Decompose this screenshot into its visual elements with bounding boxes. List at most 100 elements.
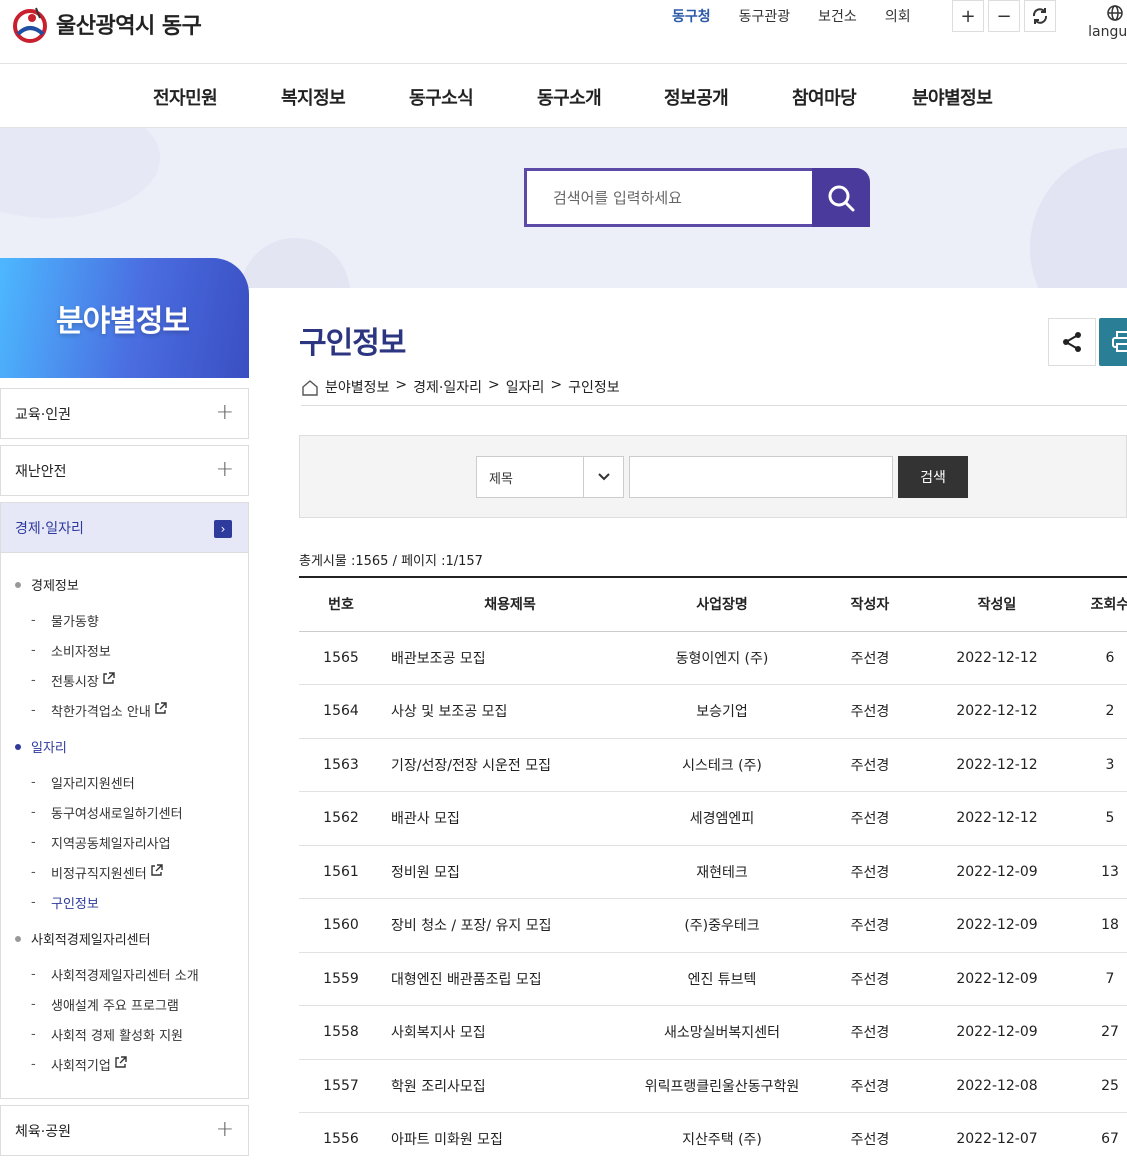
table-cell: 1565 bbox=[299, 631, 383, 685]
submenu-item[interactable]: - 비정규직지원센터 bbox=[31, 863, 163, 882]
job-title-link[interactable]: 기장/선장/전장 시운전 모집 bbox=[383, 738, 637, 792]
gnb-item[interactable]: 분야별정보 bbox=[912, 84, 993, 110]
gnb-item[interactable]: 전자민원 bbox=[153, 84, 218, 110]
table-row[interactable]: 1563 기장/선장/전장 시운전 모집 시스테크 (주) 주선경 2022-12-12… bbox=[299, 738, 1127, 792]
column-header: 작성일 bbox=[933, 577, 1061, 632]
gnb-item[interactable]: 정보공개 bbox=[664, 84, 729, 110]
site-name: 울산광역시 동구 bbox=[56, 14, 202, 39]
search-input[interactable]: 검색어를 입력하세요 bbox=[524, 168, 812, 227]
table-cell: 2022-12-12 bbox=[933, 738, 1061, 792]
sidebar-menu-item[interactable]: 체육·공원 + bbox=[0, 1105, 249, 1156]
submenu-item[interactable]: - 착한가격업소 안내 bbox=[31, 701, 167, 720]
gnb-item[interactable]: 참여마당 bbox=[792, 84, 857, 110]
util-link[interactable]: 의회 bbox=[885, 6, 911, 26]
breadcrumb-separator: > bbox=[488, 377, 500, 393]
table-cell: 엔진 튜브텍 bbox=[637, 952, 807, 1006]
submenu-item[interactable]: - 동구여성새로일하기센터 bbox=[31, 803, 183, 822]
site-logo[interactable]: 울산광역시 동구 bbox=[12, 4, 202, 44]
job-title-link[interactable]: 아파트 미화원 모집 bbox=[383, 1112, 637, 1165]
zoom-reset-button[interactable] bbox=[1024, 0, 1056, 32]
search-icon bbox=[828, 185, 855, 211]
job-title-link[interactable]: 배관보조공 모집 bbox=[383, 631, 637, 685]
submenu-label: 일자리 bbox=[31, 741, 67, 756]
breadcrumb-item[interactable]: 경제·일자리 bbox=[413, 377, 482, 405]
job-title-link[interactable]: 정비원 모집 bbox=[383, 845, 637, 899]
sidebar-menu-item[interactable]: 경제·일자리 › bbox=[0, 502, 249, 553]
job-title-link[interactable]: 학원 조리사모집 bbox=[383, 1059, 637, 1113]
table-row[interactable]: 1565 배관보조공 모집 동형이엔지 (주) 주선경 2022-12-12 6 bbox=[299, 631, 1127, 685]
table-cell: 3 bbox=[1061, 738, 1127, 792]
submenu-item[interactable]: - 구인정보 bbox=[31, 893, 99, 912]
submenu-item[interactable]: - 소비자정보 bbox=[31, 641, 111, 660]
zoom-in-button[interactable]: + bbox=[952, 0, 984, 32]
submenu-item[interactable]: - 사회적경제일자리센터 소개 bbox=[31, 965, 199, 984]
table-row[interactable]: 1558 사회복지사 모집 새소망실버복지센터 주선경 2022-12-09 27 bbox=[299, 1005, 1127, 1060]
board-search-button[interactable]: 검색 bbox=[898, 456, 968, 498]
submenu-item[interactable]: - 사회적기업 bbox=[31, 1055, 127, 1074]
breadcrumb-item[interactable]: 구인정보 bbox=[568, 377, 620, 405]
gnb-item[interactable]: 복지정보 bbox=[281, 84, 346, 110]
table-cell: 주선경 bbox=[807, 1059, 933, 1113]
breadcrumb-item[interactable]: 일자리 bbox=[506, 377, 545, 405]
dash-icon: - bbox=[31, 775, 36, 790]
language-selector[interactable]: langua bbox=[1082, 4, 1127, 40]
page-title: 구인정보 bbox=[299, 326, 406, 361]
table-row[interactable]: 1556 아파트 미화원 모집 지산주택 (주) 주선경 2022-12-07 67 bbox=[299, 1112, 1127, 1165]
submenu-item[interactable]: - 생애설계 주요 프로그램 bbox=[31, 995, 179, 1014]
submenu-item[interactable]: - 지역공동체일자리사업 bbox=[31, 833, 171, 852]
job-title-link[interactable]: 사상 및 보조공 모집 bbox=[383, 684, 637, 739]
table-cell: 2022-12-09 bbox=[933, 952, 1061, 1006]
zoom-out-button[interactable]: − bbox=[988, 0, 1020, 32]
gnb-item[interactable]: 동구소식 bbox=[409, 84, 474, 110]
print-icon bbox=[1112, 331, 1127, 352]
site-search: 검색어를 입력하세요 bbox=[524, 168, 870, 227]
table-row[interactable]: 1564 사상 및 보조공 모집 보승기업 주선경 2022-12-12 2 bbox=[299, 684, 1127, 739]
submenu-group[interactable]: 일자리 bbox=[15, 737, 67, 756]
sidebar-menu-item[interactable]: 교육·인권 + bbox=[0, 388, 249, 439]
submenu-item[interactable]: - 사회적 경제 활성화 지원 bbox=[31, 1025, 183, 1044]
util-link[interactable]: 동구청 bbox=[672, 6, 711, 26]
submenu-group[interactable]: 경제정보 bbox=[15, 575, 79, 594]
table-cell: 세경엠엔피 bbox=[637, 791, 807, 846]
table-row[interactable]: 1561 정비원 모집 재현테크 주선경 2022-12-09 13 bbox=[299, 845, 1127, 899]
job-title-link[interactable]: 배관사 모집 bbox=[383, 791, 637, 846]
search-field-select[interactable]: 제목 bbox=[476, 456, 624, 498]
table-cell: 주선경 bbox=[807, 845, 933, 899]
breadcrumb-separator: > bbox=[550, 377, 563, 393]
submenu-item[interactable]: - 일자리지원센터 bbox=[31, 773, 135, 792]
dash-icon: - bbox=[31, 805, 36, 820]
dash-icon: - bbox=[31, 643, 36, 658]
table-cell: 주선경 bbox=[807, 898, 933, 953]
util-link[interactable]: 보건소 bbox=[818, 6, 857, 26]
submenu-label: 비정규직지원센터 bbox=[51, 867, 147, 882]
util-link[interactable]: 동구관광 bbox=[739, 6, 791, 26]
table-cell: 1557 bbox=[299, 1059, 383, 1113]
table-row[interactable]: 1559 대형엔진 배관품조립 모집 엔진 튜브텍 주선경 2022-12-09 7 bbox=[299, 952, 1127, 1006]
job-title-link[interactable]: 대형엔진 배관품조립 모집 bbox=[383, 952, 637, 1006]
submenu-label: 물가동향 bbox=[51, 615, 99, 630]
table-row[interactable]: 1560 장비 청소 / 포장/ 유지 모집 (주)중우테크 주선경 2022-12-0… bbox=[299, 898, 1127, 953]
job-title-link[interactable]: 장비 청소 / 포장/ 유지 모집 bbox=[383, 898, 637, 953]
submenu-group[interactable]: 사회적경제일자리센터 bbox=[15, 929, 151, 948]
table-cell: 주선경 bbox=[807, 791, 933, 846]
table-row[interactable]: 1557 학원 조리사모집 위릭프랭클린울산동구학원 주선경 2022-12-08 25 bbox=[299, 1059, 1127, 1113]
submenu-item[interactable]: - 전통시장 bbox=[31, 671, 115, 690]
share-button[interactable] bbox=[1048, 318, 1096, 366]
print-button[interactable] bbox=[1099, 318, 1127, 366]
table-cell: 1563 bbox=[299, 738, 383, 792]
keyword-input[interactable] bbox=[629, 456, 893, 498]
gnb-item[interactable]: 동구소개 bbox=[537, 84, 602, 110]
breadcrumb-item[interactable]: 분야별정보 bbox=[325, 377, 389, 405]
bullet-icon bbox=[15, 581, 21, 588]
column-header: 번호 bbox=[299, 577, 383, 632]
submenu-item[interactable]: - 물가동향 bbox=[31, 611, 99, 630]
table-cell: 주선경 bbox=[807, 631, 933, 685]
search-button[interactable] bbox=[812, 168, 870, 227]
home-icon[interactable] bbox=[301, 379, 319, 397]
table-cell: 주선경 bbox=[807, 1005, 933, 1060]
table-cell: 25 bbox=[1061, 1059, 1127, 1113]
sidebar-menu-item[interactable]: 재난안전 + bbox=[0, 445, 249, 496]
job-title-link[interactable]: 사회복지사 모집 bbox=[383, 1005, 637, 1060]
table-cell: 주선경 bbox=[807, 684, 933, 739]
table-row[interactable]: 1562 배관사 모집 세경엠엔피 주선경 2022-12-12 5 bbox=[299, 791, 1127, 846]
